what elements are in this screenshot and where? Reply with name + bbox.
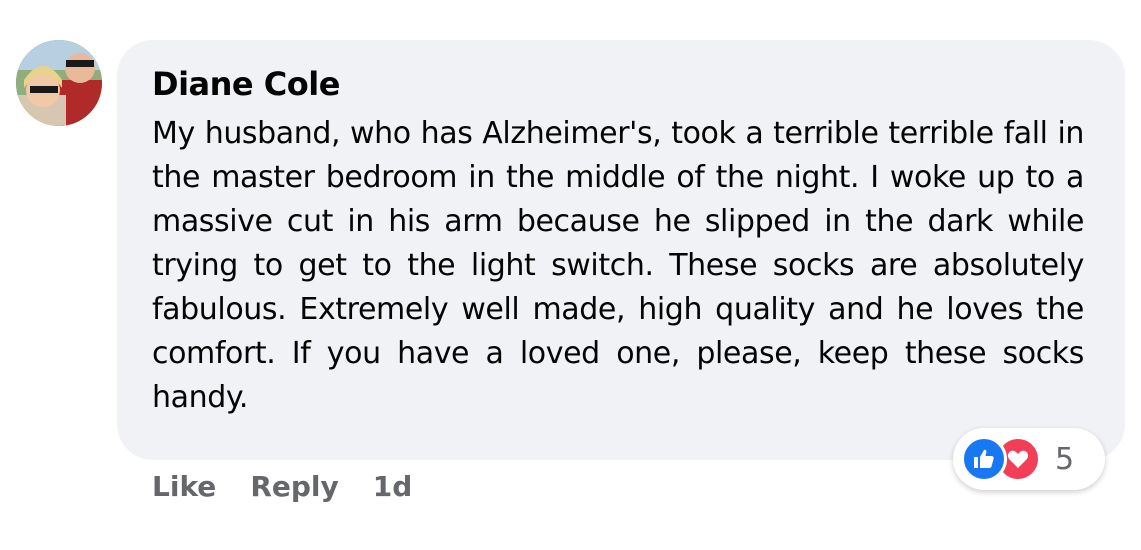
comment-text: My husband, who has Alzheimer's, took a … [152,116,1084,415]
profile-photo-icon [16,40,102,126]
like-button[interactable]: Like [152,470,216,503]
comment-timestamp[interactable]: 1d [373,470,413,503]
reaction-count: 5 [1055,441,1075,477]
reactions-summary[interactable]: 5 [953,428,1105,490]
comment-author[interactable]: Diane Cole [152,66,1085,102]
reply-button[interactable]: Reply [250,470,338,503]
avatar[interactable] [16,40,102,126]
thumbs-up-icon [961,436,1007,482]
comment: Diane Cole My husband, who has Alzheimer… [0,0,1141,550]
comment-bubble: Diane Cole My husband, who has Alzheimer… [117,40,1125,460]
comment-actions: Like Reply 1d [152,470,412,503]
